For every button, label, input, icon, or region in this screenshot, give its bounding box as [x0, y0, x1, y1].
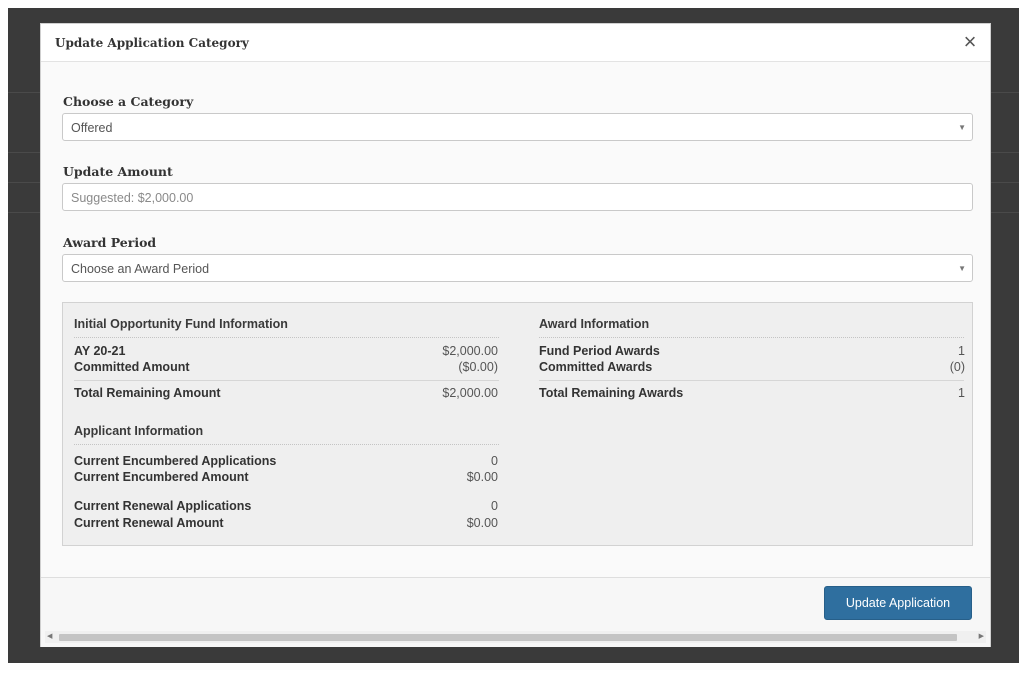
fund-row-value: $2,000.00	[442, 344, 498, 358]
divider	[74, 337, 499, 338]
award-total-value: 1	[958, 386, 965, 400]
fund-total-value: $2,000.00	[442, 386, 498, 400]
category-label: Choose a Category	[63, 94, 194, 109]
modal-title: Update Application Category	[55, 36, 249, 50]
divider	[539, 380, 964, 381]
chevron-down-icon: ▼	[958, 123, 966, 132]
applicant-row-label: Current Encumbered Amount	[74, 470, 249, 484]
divider	[74, 380, 499, 381]
update-application-button[interactable]: Update Application	[824, 586, 972, 620]
modal-footer: Update Application ◀ ▶	[41, 577, 990, 647]
award-row-value: (0)	[949, 360, 965, 374]
amount-placeholder: Suggested: $2,000.00	[71, 191, 194, 205]
amount-input[interactable]: Suggested: $2,000.00	[62, 183, 973, 211]
applicant-row-label: Current Encumbered Applications	[74, 454, 277, 468]
fund-total-label: Total Remaining Amount	[74, 386, 221, 400]
award-period-label: Award Period	[63, 235, 157, 250]
category-selected-value: Offered	[71, 121, 113, 135]
award-row-label: Fund Period Awards	[539, 344, 660, 358]
applicant-row-value: 0	[491, 454, 498, 468]
applicant-row-value: 0	[491, 499, 498, 513]
award-period-select[interactable]: Choose an Award Period ▼	[62, 254, 973, 282]
applicant-row-label: Current Renewal Amount	[74, 516, 224, 530]
applicant-row-value: $0.00	[466, 516, 498, 530]
fund-row-label: AY 20-21	[74, 344, 126, 358]
fund-info-panel: Initial Opportunity Fund Information AY …	[62, 302, 973, 546]
award-total-label: Total Remaining Awards	[539, 386, 684, 400]
fund-info-heading: Initial Opportunity Fund Information	[74, 317, 288, 331]
applicant-row-label: Current Renewal Applications	[74, 499, 252, 513]
category-select[interactable]: Offered ▼	[62, 113, 973, 141]
scrollbar-thumb[interactable]	[59, 634, 957, 641]
award-row-label: Committed Awards	[539, 360, 653, 374]
divider	[539, 337, 964, 338]
modal-header: Update Application Category ×	[41, 24, 990, 62]
divider	[74, 444, 499, 445]
award-period-selected-value: Choose an Award Period	[71, 262, 210, 276]
chevron-left-icon[interactable]: ◀	[47, 632, 52, 640]
fund-row-label: Committed Amount	[74, 360, 190, 374]
amount-label: Update Amount	[63, 164, 173, 179]
applicant-info-heading: Applicant Information	[74, 424, 204, 438]
award-info-heading: Award Information	[539, 317, 650, 331]
close-icon[interactable]: ×	[958, 30, 982, 54]
update-category-modal: Update Application Category × Choose a C…	[40, 23, 991, 647]
applicant-row-value: $0.00	[466, 470, 498, 484]
horizontal-scrollbar[interactable]: ◀ ▶	[45, 631, 986, 643]
fund-row-value: ($0.00)	[458, 360, 498, 374]
award-row-value: 1	[958, 344, 965, 358]
chevron-right-icon[interactable]: ▶	[979, 632, 984, 640]
chevron-down-icon: ▼	[958, 264, 966, 273]
